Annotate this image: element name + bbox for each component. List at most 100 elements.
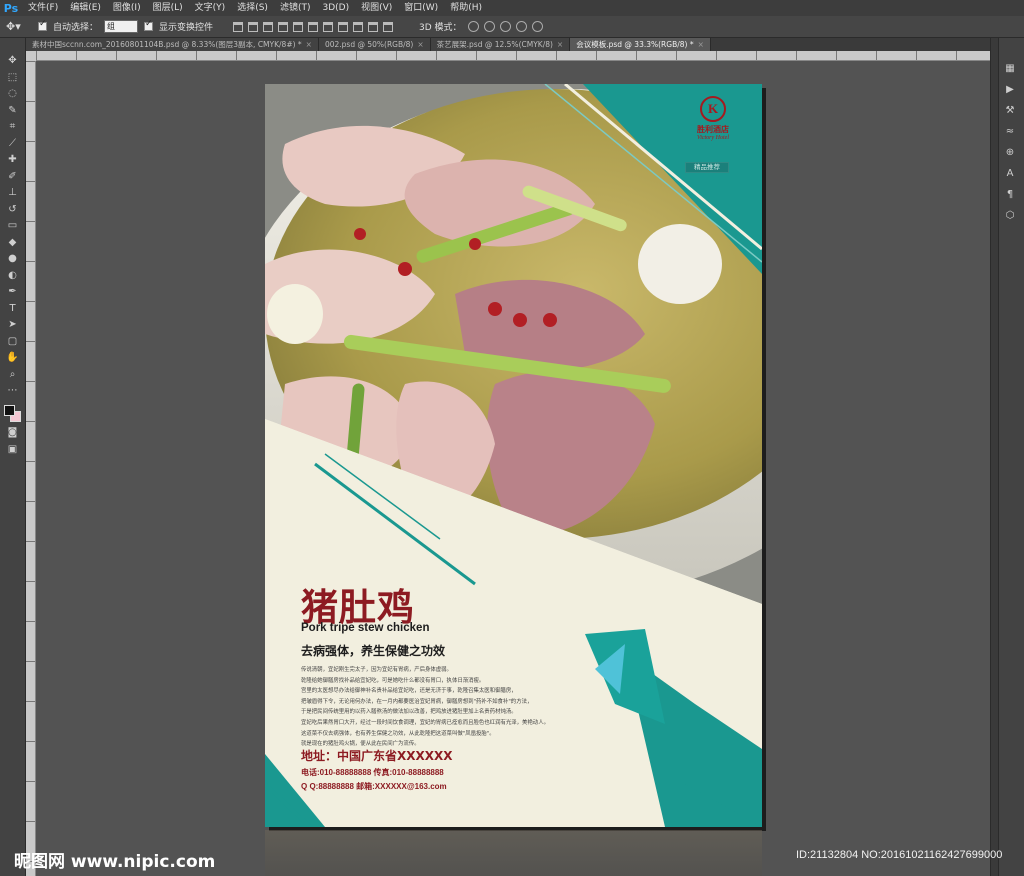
foreground-color-swatch[interactable] (3, 404, 15, 416)
actions-panel-icon[interactable]: ▶ (1003, 83, 1017, 95)
brush-panel-icon[interactable]: ≈ (1003, 125, 1017, 137)
close-icon[interactable]: × (557, 40, 563, 49)
distribute-bottom-icon[interactable] (353, 21, 364, 32)
qq-email: Q Q:88888888 邮箱:XXXXXX@163.com (301, 782, 447, 791)
watermark-site: 昵图网 www.nipic.com (14, 852, 216, 872)
tab-doc-3[interactable]: 茶艺展架.psd @ 12.5%(CMYK/8) × (430, 38, 571, 51)
zoom-tool-icon[interactable]: ⌕ (5, 368, 21, 381)
distribute-left-icon[interactable] (368, 21, 379, 32)
dish-subtitle: 去病强体，养生保健之功效 (301, 644, 446, 658)
dish-description: 传说清朝，宜妃刚生完太子，因为宜妃有胃病，产后身体虚弱。 乾隆给她御膳房找补品给… (301, 665, 601, 750)
marquee-tool-icon[interactable]: ⬚ (5, 71, 21, 84)
radish (638, 224, 722, 304)
color-swatches[interactable] (3, 404, 22, 423)
clone-source-icon[interactable]: ⊕ (1003, 146, 1017, 158)
clone-stamp-icon[interactable]: ⊥ (5, 186, 21, 199)
menu-select[interactable]: 选择(S) (231, 0, 274, 16)
more-tools-icon[interactable]: ⋯ (5, 384, 21, 397)
eraser-tool-icon[interactable]: ▭ (5, 219, 21, 232)
quick-select-tool-icon[interactable]: ✎ (5, 104, 21, 117)
menu-file[interactable]: 文件(F) (22, 0, 64, 16)
description-line: 宫里的太医想尽办法给御神补名贵补品给宜妃吃，还是无济于事，乾隆召集太医和御膳房， (301, 688, 517, 695)
3d-pan-icon[interactable] (499, 21, 511, 32)
phone-fax: 电话:010-88888888 传真:010-88888888 (301, 768, 444, 777)
quick-mask-icon[interactable]: ◙ (5, 426, 21, 439)
menu-window[interactable]: 窗口(W) (398, 0, 444, 16)
tool-presets-icon[interactable]: ⚒ (1003, 104, 1017, 116)
pen-tool-icon[interactable]: ✒ (5, 285, 21, 298)
menu-help[interactable]: 帮助(H) (444, 0, 488, 16)
menu-view[interactable]: 视图(V) (355, 0, 398, 16)
menu-bar: Ps 文件(F) 编辑(E) 图像(I) 图层(L) 文字(Y) 选择(S) 滤… (0, 0, 1024, 16)
hand-tool-icon[interactable]: ✋ (5, 351, 21, 364)
align-left-icon[interactable] (278, 21, 289, 32)
type-tool-icon[interactable]: T (5, 302, 21, 315)
dodge-tool-icon[interactable]: ◐ (5, 269, 21, 282)
align-top-icon[interactable] (233, 21, 244, 32)
document-tabs: 素材中国sccnn.com_20160801104B.psd @ 8.33%(图… (26, 38, 990, 51)
show-transform-checkbox[interactable] (144, 19, 154, 31)
menu-3d[interactable]: 3D(D) (316, 0, 355, 16)
distribute-top-icon[interactable] (323, 21, 334, 32)
poster-document[interactable]: K 胜利酒店 Victory Hotel 精品推荐 猪肚鸡 Pork tripe… (265, 84, 762, 827)
crop-tool-icon[interactable]: ⌗ (5, 120, 21, 133)
menu-type[interactable]: 文字(Y) (189, 0, 232, 16)
align-right-icon[interactable] (308, 21, 319, 32)
history-panel-icon[interactable]: ▦ (1003, 62, 1017, 74)
align-middle-icon[interactable] (248, 21, 259, 32)
menu-edit[interactable]: 编辑(E) (64, 0, 107, 16)
distribute-middle-icon[interactable] (338, 21, 349, 32)
menu-layer[interactable]: 图层(L) (147, 0, 189, 16)
auto-select-checkbox[interactable] (38, 19, 47, 31)
align-buttons (233, 21, 394, 32)
history-brush-icon[interactable]: ↺ (5, 203, 21, 216)
tab-doc-4-active[interactable]: 会议模板.psd @ 33.3%(RGB/8) * × (570, 38, 711, 51)
move-tool-icon[interactable]: ✥ (5, 54, 21, 67)
ruler-origin[interactable] (26, 51, 36, 61)
tools-panel: ✥ ⬚ ◌ ✎ ⌗ ⟋ ✚ ✐ ⊥ ↺ ▭ ◆ ● ◐ ✒ T ➤ ▢ ✋ ⌕ … (0, 38, 26, 876)
canvas-area[interactable]: K 胜利酒店 Victory Hotel 精品推荐 猪肚鸡 Pork tripe… (36, 61, 990, 876)
close-icon[interactable]: × (698, 40, 704, 49)
align-center-icon[interactable] (293, 21, 304, 32)
description-line: 于是把民间传统里用的以药入膳熬汤的做法加以改善，把鸡放进猪肚里加上名贵药材炖汤。 (301, 709, 517, 716)
3d-rotate-icon[interactable] (467, 21, 479, 32)
3d-slide-icon[interactable] (515, 21, 527, 32)
move-tool-preset-icon[interactable]: ✥▾ (6, 19, 32, 35)
right-panel-dock: ▦ ▶ ⚒ ≈ ⊕ A ¶ ⬡ (990, 38, 1024, 876)
horizontal-ruler[interactable] (36, 51, 990, 61)
auto-select-dropdown[interactable]: 组 (104, 20, 139, 33)
menu-image[interactable]: 图像(I) (107, 0, 147, 16)
3d-panel-icon[interactable]: ⬡ (1003, 209, 1017, 221)
3d-scale-icon[interactable] (531, 21, 543, 32)
dock-collapse-strip[interactable] (991, 38, 999, 876)
healing-brush-icon[interactable]: ✚ (5, 153, 21, 166)
paint-bucket-icon[interactable]: ◆ (5, 236, 21, 249)
recommend-tag: 精品推荐 (685, 162, 729, 173)
character-panel-icon[interactable]: A (1003, 167, 1017, 179)
radish (267, 284, 323, 344)
photoshop-logo[interactable]: Ps (0, 0, 22, 16)
vertical-ruler[interactable] (26, 61, 36, 876)
close-icon[interactable]: × (306, 40, 312, 49)
paragraph-panel-icon[interactable]: ¶ (1003, 188, 1017, 200)
eyedropper-tool-icon[interactable]: ⟋ (5, 137, 21, 150)
watermark-id: ID:21132804 NO:20161021162427699000 (796, 849, 1003, 861)
path-select-icon[interactable]: ➤ (5, 318, 21, 331)
description-line: 乾隆给她御膳房找补品给宜妃吃，可是她吃什么都没有胃口，执体日渐消瘦。 (301, 677, 485, 684)
rectangle-tool-icon[interactable]: ▢ (5, 335, 21, 348)
tab-doc-1[interactable]: 素材中国sccnn.com_20160801104B.psd @ 8.33%(图… (26, 38, 319, 51)
tab-doc-2[interactable]: 002.psd @ 50%(RGB/8) × (318, 38, 431, 51)
brush-tool-icon[interactable]: ✐ (5, 170, 21, 183)
goji-berry (354, 228, 366, 240)
screen-mode-icon[interactable]: ▣ (5, 443, 21, 456)
close-icon[interactable]: × (417, 40, 423, 49)
goji-berry (398, 262, 412, 276)
blur-tool-icon[interactable]: ● (5, 252, 21, 265)
align-bottom-icon[interactable] (263, 21, 274, 32)
3d-roll-icon[interactable] (483, 21, 495, 32)
hotel-name-cn: 胜利酒店 (697, 125, 729, 134)
menu-filter[interactable]: 滤镜(T) (274, 0, 317, 16)
distribute-right-icon[interactable] (383, 21, 394, 32)
lasso-tool-icon[interactable]: ◌ (5, 87, 21, 100)
dish-title-en: Pork tripe stew chicken (301, 622, 430, 634)
